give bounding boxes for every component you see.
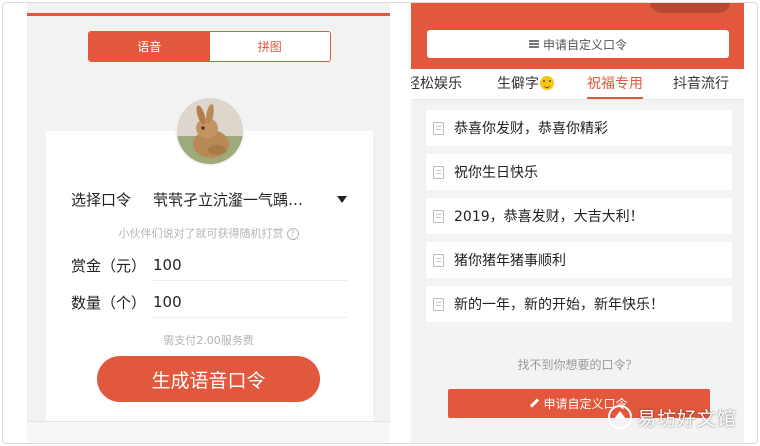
phrase-text: 猪你猪年猪事顺利 xyxy=(454,253,566,269)
avatar[interactable] xyxy=(175,96,245,166)
document-icon xyxy=(433,121,444,135)
count-input[interactable]: 100 xyxy=(153,293,347,311)
phrase-text: 2019，恭喜发财，大吉大利！ xyxy=(454,209,644,225)
tab-casual-fun[interactable]: 轻松娱乐 xyxy=(411,69,462,99)
phrase-text: 恭喜你发财，恭喜你精彩 xyxy=(454,121,608,137)
password-library-panel: 申请自定义口令 轻松娱乐 生僻字 祝福专用 抖音流行 恭喜你发财，恭喜你精彩 祝… xyxy=(411,3,744,443)
apply-custom-password-top-button[interactable]: 申请自定义口令 xyxy=(427,30,729,58)
phrase-item[interactable]: 新的一年，新的开始，新年快乐！ xyxy=(426,286,732,322)
tab-puzzle[interactable]: 拼图 xyxy=(209,32,330,61)
miniprogram-capsule[interactable] xyxy=(650,3,730,13)
phrase-item[interactable]: 猪你猪年猪事顺利 xyxy=(426,242,732,278)
amount-row: 赏金（元） 100 xyxy=(71,249,347,281)
watermark-text: 易坊好文馆 xyxy=(637,407,738,430)
password-label: 选择口令 xyxy=(71,190,132,209)
amount-label: 赏金（元） xyxy=(71,256,147,275)
phrase-text: 祝你生日快乐 xyxy=(454,165,538,181)
service-fee-text: 需支付2.00服务费 xyxy=(163,334,254,347)
dropdown-arrow-icon[interactable] xyxy=(337,195,347,203)
tab-douyin-trending[interactable]: 抖音流行 xyxy=(673,69,729,99)
apply-custom-top-label: 申请自定义口令 xyxy=(542,37,627,52)
voice-password-panel: 语音 拼图 选择口令 茕茕孑立沆瀣一气踽… 小伙伴们说对了就可获得随机打赏? 赏… xyxy=(27,3,390,443)
tab-rare-characters-label: 生僻字 xyxy=(497,76,539,92)
document-icon xyxy=(433,253,444,267)
phrase-item[interactable]: 恭喜你发财，恭喜你精彩 xyxy=(426,110,732,146)
category-tabs: 轻松娱乐 生僻字 祝福专用 抖音流行 xyxy=(411,69,744,100)
list-icon xyxy=(528,40,539,48)
tab-voice[interactable]: 语音 xyxy=(89,32,210,61)
generate-voice-password-button[interactable]: 生成语音口令 xyxy=(97,356,320,402)
document-icon xyxy=(433,209,444,223)
reward-hint-text: 小伙伴们说对了就可获得随机打赏 xyxy=(118,227,284,240)
amount-input[interactable]: 100 xyxy=(153,256,347,274)
count-row: 数量（个） 100 xyxy=(71,286,347,318)
count-label: 数量（个） xyxy=(71,293,147,312)
mode-switch: 语音 拼图 xyxy=(88,31,331,62)
rabbit-photo-icon xyxy=(177,98,243,164)
not-found-text: 找不到你想要的口令？ xyxy=(517,358,638,372)
site-watermark: 易坊好文馆 xyxy=(607,399,747,435)
tab-rare-characters[interactable]: 生僻字 xyxy=(497,69,554,99)
smile-emoji-icon xyxy=(540,76,554,90)
reward-hint: 小伙伴们说对了就可获得随机打赏? xyxy=(27,225,390,241)
password-select-row[interactable]: 选择口令 茕茕孑立沆瀣一气踽… xyxy=(71,183,347,215)
tab-blessings[interactable]: 祝福专用 xyxy=(579,69,651,99)
header-accent-line xyxy=(27,13,390,16)
document-icon xyxy=(433,165,444,179)
library-header: 申请自定义口令 xyxy=(411,3,744,69)
screenshot-frame: 语音 拼图 选择口令 茕茕孑立沆瀣一气踽… 小伙伴们说对了就可获得随机打赏? 赏… xyxy=(2,2,758,444)
help-icon[interactable]: ? xyxy=(286,228,299,240)
pencil-icon xyxy=(530,399,539,408)
phrase-text: 新的一年，新的开始，新年快乐！ xyxy=(454,297,664,313)
watermark-logo-icon xyxy=(608,405,632,429)
document-icon xyxy=(433,297,444,311)
bottom-bar xyxy=(27,421,390,443)
phrase-item[interactable]: 2019，恭喜发财，大吉大利！ xyxy=(426,198,732,234)
phrase-item[interactable]: 祝你生日快乐 xyxy=(426,154,732,190)
password-select[interactable]: 茕茕孑立沆瀣一气踽… xyxy=(153,189,329,210)
